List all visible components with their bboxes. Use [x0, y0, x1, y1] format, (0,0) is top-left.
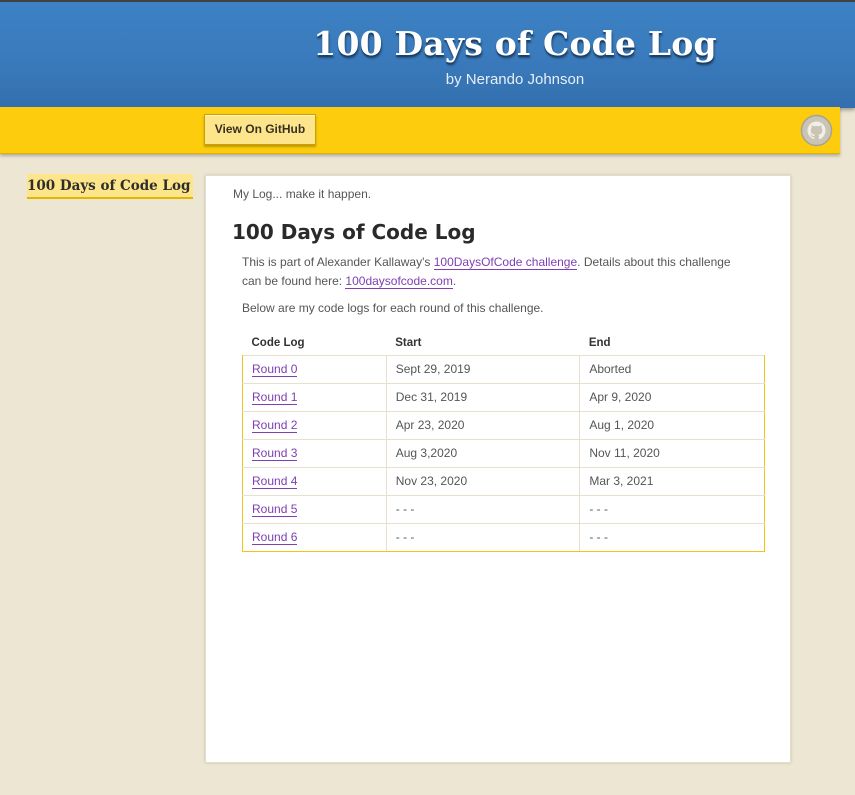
round-cell: Round 3 — [242, 438, 387, 468]
sidebar-item-100-days-of-code-log[interactable]: 100 Days of Code Log — [27, 174, 193, 199]
column-header-end: End — [588, 336, 611, 349]
round-link[interactable]: Round 3 — [252, 446, 298, 461]
end-cell: Mar 3, 2021 — [579, 466, 765, 496]
intro-text-suffix: . — [452, 274, 457, 288]
page-tagline: My Log... make it happen. — [233, 187, 372, 201]
round-link[interactable]: Round 6 — [252, 530, 298, 545]
main-content: My Log... make it happen. 100 Days of Co… — [205, 175, 791, 763]
round-link[interactable]: Round 1 — [252, 390, 298, 405]
table-intro-text: Below are my code logs for each round of… — [242, 301, 544, 315]
100daysofcode-site-link[interactable]: 100daysofcode.com — [345, 274, 453, 289]
table-row: Round 0 Sept 29, 2019 Aborted — [242, 354, 765, 384]
end-cell: Apr 9, 2020 — [579, 382, 765, 412]
start-cell: Dec 31, 2019 — [385, 382, 581, 412]
site-title: 100 Days of Code Log — [313, 24, 717, 63]
round-link[interactable]: Round 2 — [252, 418, 298, 433]
end-cell: Nov 11, 2020 — [579, 438, 765, 468]
round-cell: Round 0 — [242, 354, 387, 384]
table-row: Round 4 Nov 23, 2020 Mar 3, 2021 — [242, 466, 765, 496]
round-link[interactable]: Round 0 — [252, 362, 298, 377]
octocat-icon[interactable] — [800, 114, 833, 147]
end-cell: Aborted — [579, 354, 765, 384]
table-row: Round 2 Apr 23, 2020 Aug 1, 2020 — [242, 410, 765, 440]
start-cell: Nov 23, 2020 — [385, 466, 581, 496]
start-cell: - - - — [385, 494, 581, 524]
end-cell: - - - — [579, 522, 765, 552]
page-title: 100 Days of Code Log — [232, 220, 476, 244]
intro-paragraph: This is part of Alexander Kallaway's 100… — [242, 253, 752, 291]
start-cell: Apr 23, 2020 — [385, 410, 581, 440]
table-row: Round 3 Aug 3,2020 Nov 11, 2020 — [242, 438, 765, 468]
round-link[interactable]: Round 4 — [252, 474, 298, 489]
round-cell: Round 1 — [242, 382, 387, 412]
round-cell: Round 2 — [242, 410, 387, 440]
column-header-code-log: Code Log — [251, 336, 305, 349]
table-row: Round 1 Dec 31, 2019 Apr 9, 2020 — [242, 382, 765, 412]
end-cell: Aug 1, 2020 — [579, 410, 765, 440]
column-header-start: Start — [395, 336, 422, 349]
table-row: Round 6 - - - - - - — [242, 522, 765, 552]
code-log-table: Code Log Start End Round 0 Sept 29, 2019… — [242, 331, 765, 552]
navbar: View On GitHub — [0, 107, 840, 154]
view-on-github-button[interactable]: View On GitHub — [204, 114, 316, 145]
challenge-link[interactable]: 100DaysOfCode challenge — [433, 255, 578, 270]
start-cell: Aug 3,2020 — [385, 438, 581, 468]
round-link[interactable]: Round 5 — [252, 502, 298, 517]
table-row: Round 5 - - - - - - — [242, 494, 765, 524]
site-header: 100 Days of Code Log by Nerando Johnson — [0, 2, 855, 108]
end-cell: - - - — [579, 494, 765, 524]
site-byline: by Nerando Johnson — [445, 71, 585, 88]
table-header-row: Code Log Start End — [243, 331, 765, 355]
round-cell: Round 5 — [242, 494, 387, 524]
round-cell: Round 4 — [242, 466, 387, 496]
round-cell: Round 6 — [242, 522, 387, 552]
intro-text-prefix: This is part of Alexander Kallaway's — [242, 255, 434, 269]
start-cell: Sept 29, 2019 — [385, 354, 581, 384]
start-cell: - - - — [385, 522, 581, 552]
